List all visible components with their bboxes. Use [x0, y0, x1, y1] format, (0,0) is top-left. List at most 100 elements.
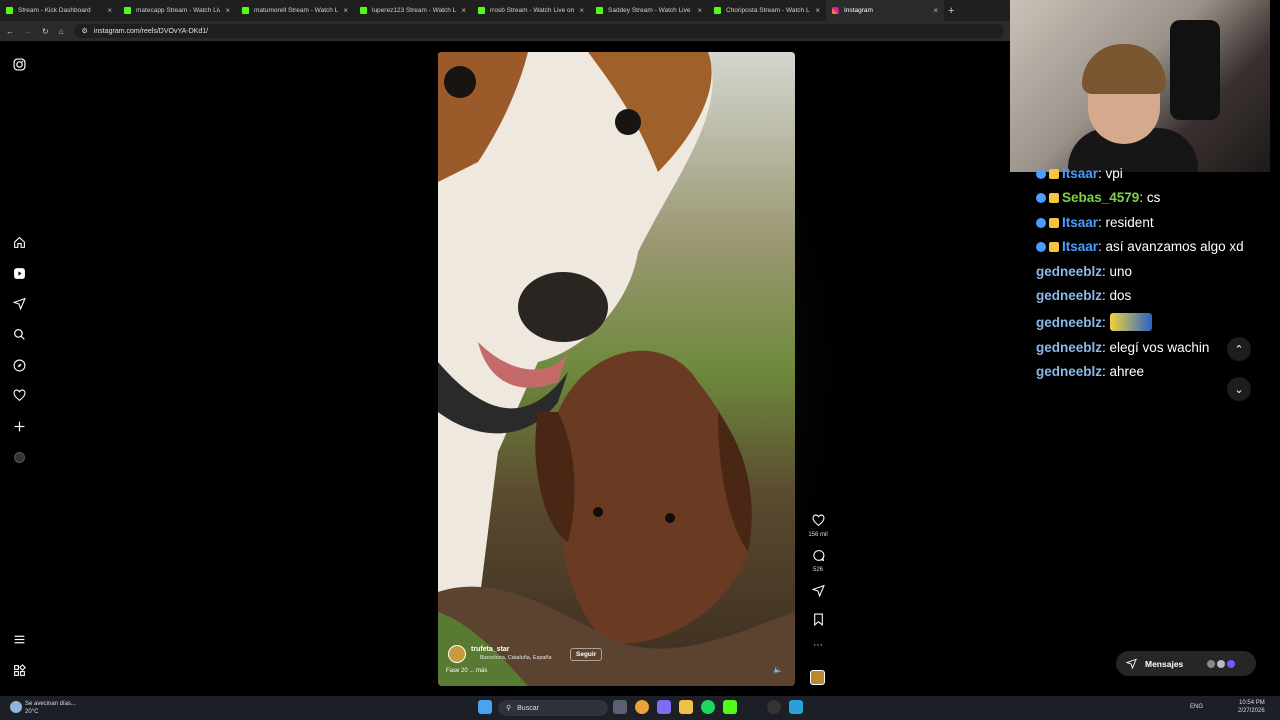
chat-separator: : — [1098, 239, 1106, 254]
site-info-icon[interactable]: ⚙ — [82, 27, 88, 35]
chat-separator: : — [1102, 340, 1110, 355]
chat-username[interactable]: gedneeblz — [1036, 340, 1102, 355]
comment-icon[interactable] — [812, 549, 825, 562]
comment-action[interactable]: 526 — [806, 549, 830, 573]
chat-text: resident — [1105, 215, 1154, 230]
reel-author-avatar[interactable] — [448, 645, 466, 663]
kick-favicon-icon — [478, 7, 485, 14]
messages-pill[interactable]: Mensajes — [1116, 651, 1256, 676]
tab-title: rrosb Stream - Watch Live on K — [490, 7, 575, 14]
close-tab-icon[interactable]: × — [933, 6, 938, 15]
chat-badge-icon — [1036, 242, 1046, 252]
save-action[interactable] — [806, 613, 830, 631]
browser-tab[interactable]: rrosb Stream - Watch Live on K × — [472, 0, 590, 21]
browser-tab[interactable]: Instagram × — [826, 0, 944, 21]
close-tab-icon[interactable]: × — [579, 6, 584, 15]
chat-badge-icon — [1049, 242, 1059, 252]
close-tab-icon[interactable]: × — [225, 6, 230, 15]
chevron-down-icon[interactable]: ⌄ — [1227, 377, 1251, 401]
back-icon[interactable]: ← — [6, 27, 14, 36]
task-view-icon[interactable] — [613, 700, 627, 714]
bookmark-icon[interactable] — [813, 613, 824, 627]
file-explorer-icon[interactable] — [679, 700, 693, 714]
chat-message: Itsaar: así avanzamos algo xd — [1036, 239, 1244, 254]
create-icon[interactable] — [11, 418, 27, 434]
chat-badge-icon — [1049, 169, 1059, 179]
spotify-icon[interactable] — [701, 700, 715, 714]
close-tab-icon[interactable]: × — [815, 6, 820, 15]
weather-widget[interactable]: Se avecinan días... 20°C — [25, 700, 76, 716]
share-icon[interactable] — [810, 584, 825, 598]
more-options-icon[interactable]: ⋯ — [806, 640, 830, 651]
browser-tab[interactable]: matumorell Stream - Watch Live × — [236, 0, 354, 21]
instagram-logo-icon[interactable] — [11, 56, 27, 72]
audio-thumbnail[interactable] — [810, 670, 825, 685]
kick-icon[interactable] — [723, 700, 737, 714]
browser-tab[interactable]: luperez123 Stream - Watch Live × — [354, 0, 472, 21]
chat-emote — [1109, 313, 1152, 331]
heart-icon[interactable] — [812, 514, 825, 527]
close-tab-icon[interactable]: × — [343, 6, 348, 15]
chat-username[interactable]: Sebas_4579 — [1062, 190, 1139, 205]
chevron-up-icon[interactable]: ⌃ — [1227, 337, 1251, 361]
weather-headline: Se avecinan días... — [25, 701, 77, 707]
chrome-icon[interactable] — [635, 700, 649, 714]
mute-icon[interactable]: 🔈 — [773, 665, 783, 674]
chat-badge-icon — [1049, 193, 1059, 203]
browser-tab[interactable]: matecapp Stream - Watch Live × — [118, 0, 236, 21]
tab-title: luperez123 Stream - Watch Live — [372, 7, 457, 14]
like-action[interactable]: 156 mil — [806, 514, 830, 538]
home-icon[interactable]: ⌂ — [59, 27, 64, 36]
home-icon[interactable] — [11, 234, 27, 250]
reel-video[interactable] — [438, 52, 795, 686]
chat-separator: : — [1102, 364, 1110, 379]
share-action[interactable] — [806, 584, 830, 602]
chat-message: gedneeblz: ahree — [1036, 364, 1144, 379]
forward-icon[interactable]: → — [24, 27, 32, 36]
reels-icon[interactable] — [11, 265, 27, 281]
more-apps-icon[interactable] — [11, 662, 27, 678]
new-tab-button[interactable]: + — [948, 5, 954, 17]
profile-icon[interactable] — [11, 449, 27, 465]
chat-username[interactable]: gedneeblz — [1036, 364, 1102, 379]
chat-username[interactable]: gedneeblz — [1036, 288, 1102, 303]
follow-button[interactable]: Seguir — [570, 648, 603, 661]
browser-tab[interactable]: Saddey Stream - Watch Live on × — [590, 0, 708, 21]
chat-message: gedneeblz: elegí vos wachin — [1036, 340, 1209, 355]
close-tab-icon[interactable]: × — [461, 6, 466, 15]
reload-icon[interactable]: ↻ — [42, 27, 49, 36]
instagram-favicon-icon — [832, 7, 839, 14]
browser-tab[interactable]: Choriposta Stream - Watch Live × — [708, 0, 826, 21]
chat-username[interactable]: Itsaar — [1062, 215, 1098, 230]
taskbar-search[interactable]: ⚲ Buscar — [498, 700, 608, 716]
weather-icon — [10, 701, 22, 713]
url-text: instagram.com/reels/DVOvYA-DKd1/ — [93, 27, 209, 35]
reel-author-username[interactable]: trufeta_star — [471, 646, 510, 653]
chat-username[interactable]: gedneeblz — [1036, 315, 1102, 330]
reel-location[interactable]: Barcelona, Cataluña, España — [480, 655, 552, 661]
weather-temperature: 20°C — [25, 709, 39, 715]
url-field[interactable]: ⚙ instagram.com/reels/DVOvYA-DKd1/ — [73, 24, 1004, 38]
obs-icon[interactable] — [767, 700, 781, 714]
search-icon[interactable] — [11, 326, 27, 342]
clock[interactable]: 10:54 PM 2/27/2026 — [1238, 699, 1265, 715]
explore-icon[interactable] — [11, 357, 27, 373]
chat-username[interactable]: Itsaar — [1062, 239, 1098, 254]
menu-icon[interactable] — [11, 631, 27, 647]
notifications-icon[interactable] — [11, 387, 27, 403]
windows-start-icon[interactable] — [478, 700, 492, 714]
kick-favicon-icon — [596, 7, 603, 14]
messages-icon[interactable] — [11, 295, 27, 311]
tab-title: Instagram — [844, 7, 873, 14]
language-indicator[interactable]: ENG — [1190, 704, 1203, 710]
chat-text: dos — [1109, 288, 1132, 303]
chat-username[interactable]: Itsaar — [1062, 166, 1098, 181]
discord-icon[interactable] — [657, 700, 671, 714]
chat-username[interactable]: gedneeblz — [1036, 264, 1102, 279]
close-tab-icon[interactable]: × — [697, 6, 702, 15]
like-count: 156 mil — [808, 532, 828, 538]
browser-tab[interactable]: Stream - Kick Dashboard × — [0, 0, 118, 21]
reel-caption[interactable]: Fase 20 ... más — [446, 668, 487, 674]
close-tab-icon[interactable]: × — [107, 6, 112, 15]
telegram-icon[interactable] — [789, 700, 803, 714]
